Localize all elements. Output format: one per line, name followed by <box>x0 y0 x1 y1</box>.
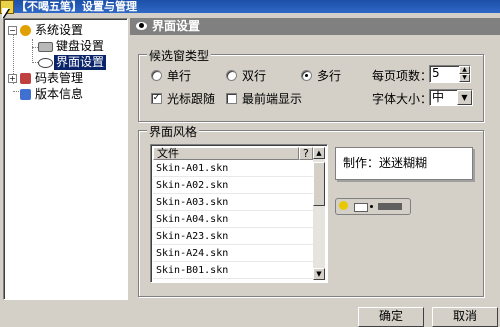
checkbox-label: 最前端显示 <box>242 92 303 106</box>
always-on-top-checkbox[interactable] <box>226 93 237 104</box>
punctuation-icon <box>370 205 373 208</box>
eye-icon <box>38 58 53 68</box>
tree-item-label: 系统设置 <box>35 23 84 37</box>
radio-label: 多行 <box>317 69 342 83</box>
candidate-type-group: 候选窗类型 单行 双行 多行 ✓ 光标跟随 最前端显示 每页项数： 5 ▲ ▼ … <box>138 47 484 122</box>
tree-item-label: 界面设置 <box>54 55 107 70</box>
scroll-down-icon[interactable]: ▼ <box>313 268 325 280</box>
list-item[interactable]: Skin-B01.skn <box>153 262 313 279</box>
page-size-label: 每页项数： <box>372 69 433 83</box>
list-item[interactable]: Skin-A03.skn <box>153 194 313 211</box>
list-item[interactable]: Skin-A02.skn <box>153 177 313 194</box>
list-item[interactable]: Skin-A04.skn <box>153 211 313 228</box>
table-icon <box>20 73 31 84</box>
scroll-thumb[interactable] <box>313 162 325 206</box>
gear-icon <box>20 25 31 36</box>
radio-label: 双行 <box>242 69 267 83</box>
spin-up-icon[interactable]: ▲ <box>459 66 470 74</box>
panel-header: 界面设置 <box>130 18 500 35</box>
status-bar-preview <box>335 198 411 215</box>
font-size-label: 字体大小： <box>372 92 433 106</box>
input-mode-icon <box>354 203 368 212</box>
radio-multi-line[interactable] <box>301 70 312 81</box>
title-bar: 【不喝五笔】设置与管理 <box>0 0 500 14</box>
tree-item-label: 版本信息 <box>35 87 84 101</box>
window-title: 【不喝五笔】设置与管理 <box>16 0 137 13</box>
collapse-icon[interactable]: − <box>8 26 17 35</box>
status-bar-logo-icon <box>339 201 348 210</box>
tree-guide-line <box>32 39 33 63</box>
radio-single-line[interactable] <box>151 70 162 81</box>
cursor-follow-checkbox[interactable]: ✓ <box>151 93 162 104</box>
skin-preview: 制作：迷迷糊糊 <box>335 147 473 180</box>
list-item[interactable]: Skin-A24.skn <box>153 245 313 262</box>
radio-label: 单行 <box>167 69 192 83</box>
checkbox-label: 光标跟随 <box>167 92 216 106</box>
expand-icon[interactable]: + <box>8 74 17 83</box>
interface-style-group: 界面风格 文件 ? Skin-A01.skn Skin-A02.skn Skin… <box>138 123 484 297</box>
skin-list[interactable]: 文件 ? Skin-A01.skn Skin-A02.skn Skin-A03.… <box>150 144 328 283</box>
tree-item-label: 码表管理 <box>35 71 84 85</box>
vertical-scrollbar[interactable]: ▲ ▼ <box>313 147 325 280</box>
preview-author-text: 制作：迷迷糊糊 <box>343 156 428 170</box>
list-item[interactable]: Skin-A01.skn <box>153 160 313 177</box>
radio-double-line[interactable] <box>226 70 237 81</box>
spin-down-icon[interactable]: ▼ <box>459 74 470 82</box>
keyboard-icon <box>38 42 53 52</box>
tree-item-label: 键盘设置 <box>56 39 105 53</box>
group-title: 界面风格 <box>147 123 200 140</box>
chevron-down-icon[interactable]: ▼ <box>457 90 472 105</box>
column-header-file[interactable]: 文件 <box>153 147 299 160</box>
scroll-up-icon[interactable]: ▲ <box>313 147 325 159</box>
ok-button[interactable]: 确定 <box>358 307 424 327</box>
settings-tree[interactable]: − 系统设置 键盘设置 界面设置 + 码表管理 版本信息 <box>3 18 128 300</box>
keyboard-icon <box>378 203 402 210</box>
group-title: 候选窗类型 <box>147 47 212 64</box>
panel-title: 界面设置 <box>152 19 201 33</box>
cancel-button[interactable]: 取消 <box>432 307 498 327</box>
eye-icon <box>136 22 147 30</box>
list-item[interactable]: Skin-A23.skn <box>153 228 313 245</box>
column-header-q[interactable]: ? <box>299 147 313 160</box>
info-icon <box>20 89 31 100</box>
